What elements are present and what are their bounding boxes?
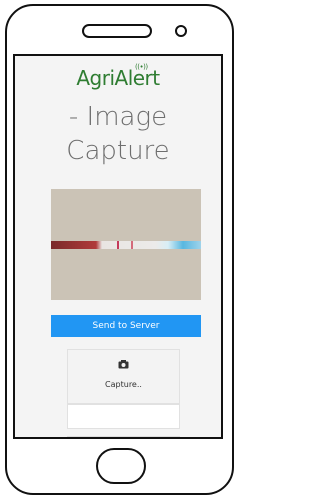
test-strip [51, 241, 201, 249]
captured-image [51, 189, 201, 300]
divider [67, 436, 180, 437]
camera-icon [118, 360, 129, 369]
control-line [131, 241, 133, 249]
result-field[interactable] [67, 404, 180, 429]
app-screen: AgriAlert ((•)) - Image Capture Send to … [13, 54, 223, 439]
phone-speaker [82, 24, 152, 38]
front-camera [175, 25, 187, 37]
test-line [117, 241, 119, 249]
page-title: - Image Capture [66, 102, 170, 166]
home-button[interactable] [96, 448, 146, 484]
send-to-server-button[interactable]: Send to Server [51, 315, 201, 337]
capture-button[interactable]: Capture.. [67, 349, 180, 404]
capture-label: Capture.. [105, 380, 142, 389]
brand-logo: AgriAlert ((•)) [15, 63, 221, 90]
wifi-signal-icon: ((•)) [135, 63, 148, 71]
